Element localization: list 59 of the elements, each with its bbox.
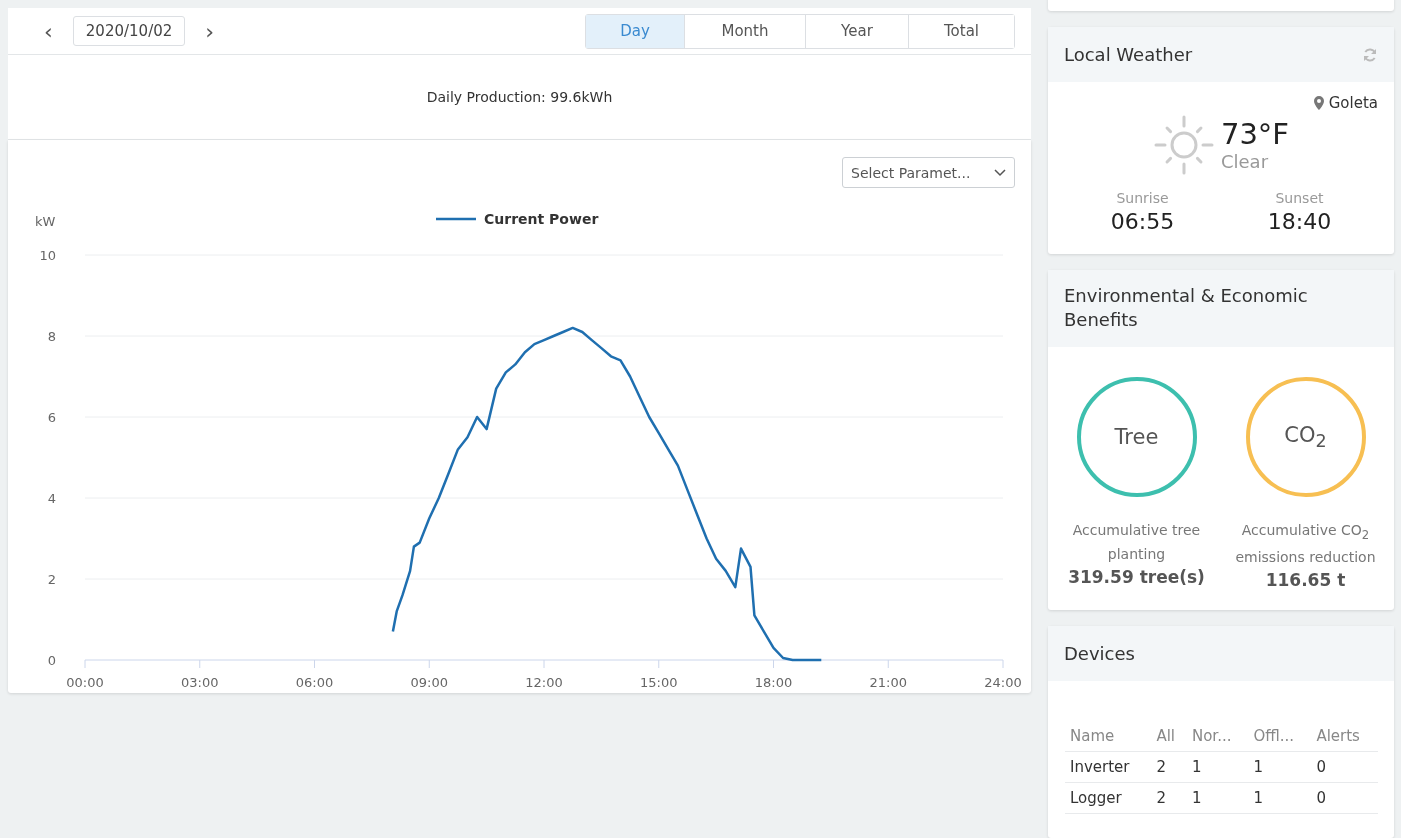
card-title: Devices	[1064, 641, 1135, 665]
parameter-select[interactable]: Select Paramet...	[842, 157, 1015, 188]
x-tick-label: 21:00	[869, 675, 907, 690]
y-tick-label: 8	[47, 329, 56, 344]
benefit-value: 319.59 tree(s)	[1068, 566, 1205, 587]
sunset-time: 18:40	[1267, 209, 1332, 235]
y-tick-label: 10	[39, 248, 56, 263]
x-tick-label: 00:00	[66, 675, 104, 690]
table-cell: 1	[1186, 782, 1249, 814]
y-axis-unit: kW	[35, 214, 56, 229]
sun-icon	[1152, 114, 1215, 177]
table-cell: 2	[1151, 751, 1187, 783]
benefit-caption: Accumulative tree planting	[1071, 521, 1202, 564]
x-tick-label: 09:00	[410, 675, 448, 690]
x-tick-label: 12:00	[525, 675, 563, 690]
table-cell: 0	[1311, 751, 1378, 783]
x-tick-label: 06:00	[295, 675, 334, 690]
x-tick-label: 24:00	[984, 675, 1022, 690]
card-title: Environmental & Economic Benefits	[1064, 284, 1309, 332]
table-cell: 1	[1248, 782, 1312, 814]
column-header: Nor...	[1186, 721, 1249, 752]
table-cell: Logger	[1065, 782, 1152, 814]
next-day-button[interactable]: ›	[199, 18, 221, 44]
location-pin-icon	[1313, 96, 1324, 111]
table-cell: 1	[1248, 751, 1312, 783]
table-cell: 2	[1151, 782, 1187, 814]
x-tick-label: 18:00	[754, 675, 793, 690]
daily-production-text: Daily Production: 99.6kWh	[426, 89, 613, 105]
card-title: Local Weather	[1064, 43, 1193, 67]
legend-label[interactable]: Current Power	[484, 211, 599, 227]
x-tick-label: 15:00	[640, 675, 678, 690]
legend-line-icon	[436, 217, 476, 221]
y-tick-label: 4	[47, 491, 56, 506]
temperature: 73°F	[1220, 118, 1290, 151]
y-tick-label: 2	[47, 572, 56, 587]
sunrise-time: 06:55	[1110, 209, 1175, 235]
benefit-caption: Accumulative CO$_{2}$ emissions reduction	[1234, 521, 1377, 567]
location-text: Goleta	[1328, 94, 1378, 113]
date-field[interactable]: 2020/10/02	[72, 16, 186, 46]
column-header: Offl...	[1248, 721, 1312, 752]
sunrise-label: Sunrise	[1116, 190, 1169, 207]
weather-condition: Clear	[1220, 150, 1270, 172]
column-header: Alerts	[1311, 721, 1378, 752]
previous-day-button[interactable]: ‹	[38, 18, 59, 44]
benefit-ring: Tree	[1076, 377, 1197, 498]
sunset-label: Sunset	[1275, 190, 1324, 207]
period-tab[interactable]: Total	[908, 14, 1014, 48]
column-header: All	[1151, 721, 1187, 752]
benefit-value: 116.65 t	[1265, 569, 1346, 590]
benefit-ring: CO$_{2}$	[1245, 377, 1366, 498]
refresh-icon[interactable]	[1362, 46, 1378, 63]
x-tick-label: 03:00	[181, 675, 219, 690]
y-tick-label: 6	[47, 410, 56, 425]
y-tick-label: 0	[47, 653, 56, 668]
column-header: Name	[1065, 721, 1152, 752]
table-cell: 1	[1186, 751, 1249, 783]
table-cell: 0	[1311, 782, 1378, 814]
chevron-down-icon	[994, 168, 1006, 177]
table-cell: Inverter	[1065, 751, 1152, 783]
